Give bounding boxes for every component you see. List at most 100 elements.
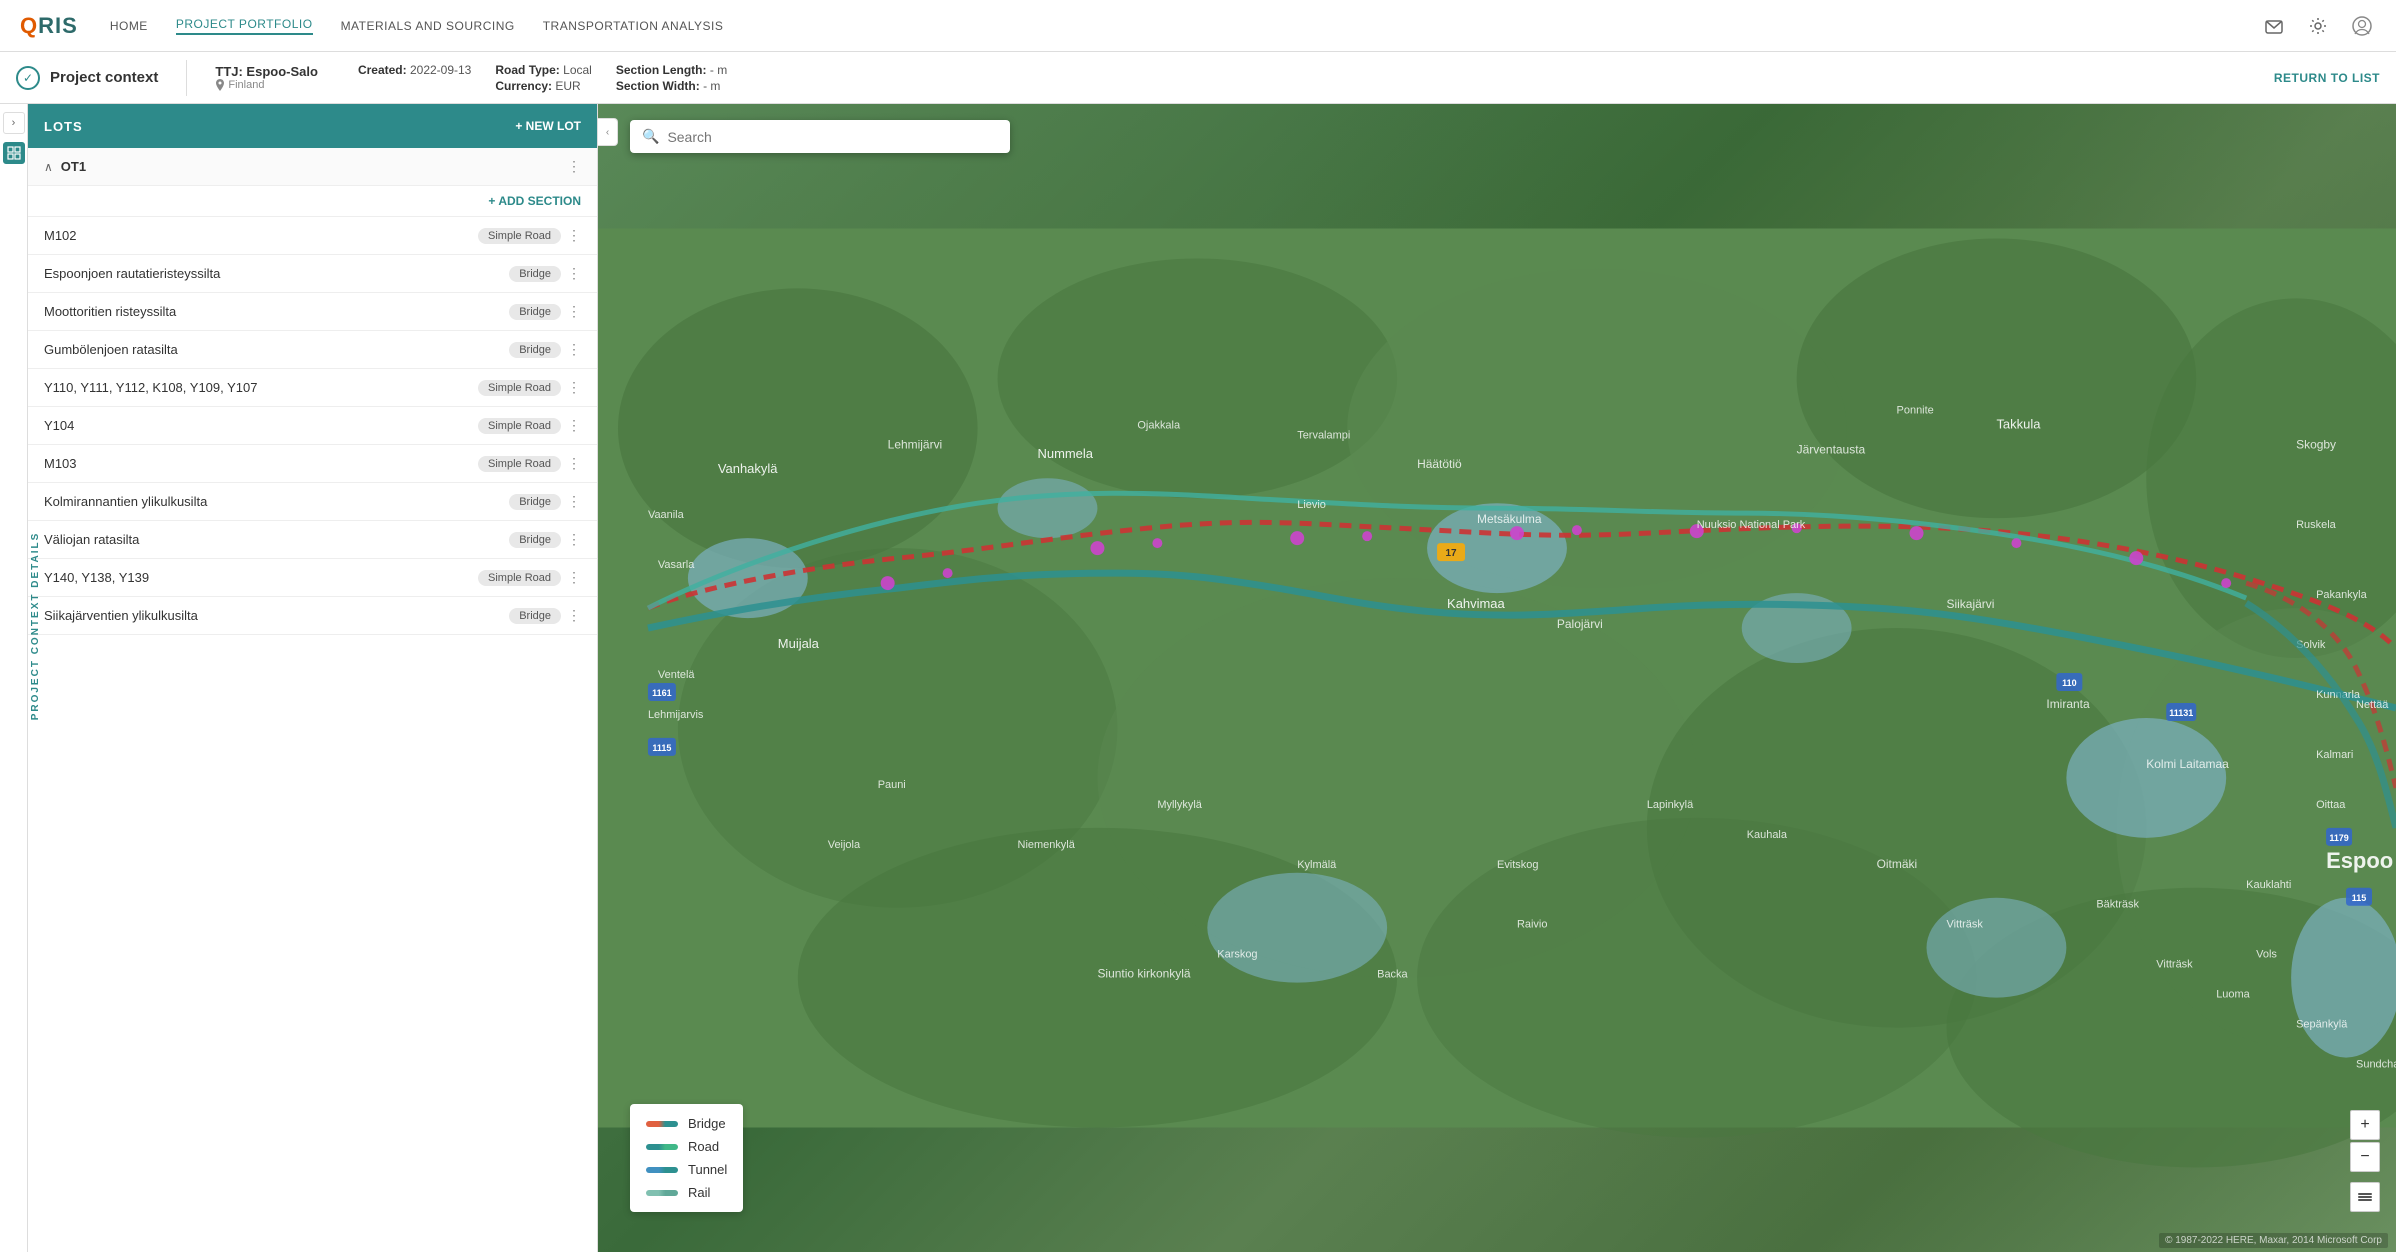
map-zoom-controls: + − [2350,1110,2380,1172]
section-row[interactable]: Kolmirannantien ylikulkusilta Bridge ⋮ [28,483,597,521]
section-menu-button[interactable]: ⋮ [567,531,581,548]
section-row[interactable]: M103 Simple Road ⋮ [28,445,597,483]
section-name: M102 [44,228,77,243]
context-title: Project context [50,69,158,86]
section-row[interactable]: Y104 Simple Road ⋮ [28,407,597,445]
map-background: Vanhakylä Vaanila Vasarla Muijala Ventel… [598,104,2396,1252]
section-right: Simple Road ⋮ [478,379,581,396]
map-search-input[interactable] [667,129,998,145]
context-check-icon: ✓ [16,66,40,90]
legend-road-label: Road [688,1139,719,1154]
map-collapse-button[interactable]: ‹ [598,118,618,146]
section-name: Gumbölenjoen ratasilta [44,342,178,357]
panel-toggle-arrow[interactable]: › [3,112,25,134]
section-row[interactable]: Y140, Y138, Y139 Simple Road ⋮ [28,559,597,597]
meta-road-type: Road Type: Local [495,63,591,77]
svg-text:Lapinkylä: Lapinkylä [1647,799,1694,811]
notifications-icon[interactable] [2260,12,2288,40]
section-name: Y110, Y111, Y112, K108, Y109, Y107 [44,380,257,395]
main-layout: › › LOTS + NEW LOT ∧ OT1 ⋮ [0,104,2396,1252]
section-right: Bridge ⋮ [509,265,581,282]
section-row[interactable]: Väliojan ratasilta Bridge ⋮ [28,521,597,559]
svg-text:Kahvimaa: Kahvimaa [1447,596,1505,611]
section-menu-button[interactable]: ⋮ [567,265,581,282]
panel-settings-icon[interactable] [3,142,25,164]
section-menu-button[interactable]: ⋮ [567,341,581,358]
section-menu-button[interactable]: ⋮ [567,455,581,472]
section-row[interactable]: Espoonjoen rautatieristeyssilta Bridge ⋮ [28,255,597,293]
section-badge: Simple Road [478,570,561,586]
nav-project-portfolio[interactable]: PROJECT PORTFOLIO [176,17,313,35]
map-layers-button[interactable] [2350,1182,2380,1212]
nav-links: HOME PROJECT PORTFOLIO MATERIALS AND SOU… [110,17,724,35]
section-menu-button[interactable]: ⋮ [567,569,581,586]
svg-text:Espoo: Espoo [2326,848,2393,873]
section-right: Bridge ⋮ [509,341,581,358]
legend-rail-line [646,1190,678,1196]
section-badge: Bridge [509,266,561,282]
legend-tunnel: Tunnel [646,1162,727,1177]
legend-bridge: Bridge [646,1116,727,1131]
new-lot-button[interactable]: + NEW LOT [515,119,581,133]
nav-transportation[interactable]: TRANSPORTATION ANALYSIS [543,19,724,33]
section-row[interactable]: Gumbölenjoen ratasilta Bridge ⋮ [28,331,597,369]
svg-text:Metsäkulma: Metsäkulma [1477,512,1542,526]
add-section-button[interactable]: + ADD SECTION [28,186,597,217]
app-logo: QRIS [20,13,78,39]
svg-text:11131: 11131 [2169,708,2193,718]
svg-text:Ruskela: Ruskela [2296,519,2337,531]
svg-text:Muijala: Muijala [778,636,820,651]
zoom-out-button[interactable]: − [2350,1142,2380,1172]
terrain-overlay [598,104,2396,1252]
svg-text:Siuntio kirkonkylä: Siuntio kirkonkylä [1097,967,1190,981]
nav-materials[interactable]: MATERIALS AND SOURCING [341,19,515,33]
svg-text:1161: 1161 [652,688,672,698]
meta-currency: Currency: EUR [495,79,591,93]
sidebar-strip: › [0,104,28,1252]
section-menu-button[interactable]: ⋮ [567,227,581,244]
section-badge: Bridge [509,494,561,510]
settings-icon[interactable] [2304,12,2332,40]
section-menu-button[interactable]: ⋮ [567,417,581,434]
svg-text:Vols: Vols [2256,949,2277,961]
svg-text:Nettää: Nettää [2356,699,2389,711]
legend-bridge-label: Bridge [688,1116,726,1131]
section-row[interactable]: M102 Simple Road ⋮ [28,217,597,255]
nav-home[interactable]: HOME [110,19,148,33]
section-badge: Bridge [509,304,561,320]
svg-text:Kylmälä: Kylmälä [1297,859,1337,871]
lot-group-ot1[interactable]: ∧ OT1 ⋮ [28,148,597,186]
meta-created: Created: 2022-09-13 [358,63,471,93]
svg-text:Ojakkala: Ojakkala [1137,419,1181,431]
zoom-in-button[interactable]: + [2350,1110,2380,1140]
svg-text:Lievio: Lievio [1297,499,1326,511]
svg-text:Karskog: Karskog [1217,949,1257,961]
svg-text:Oittaa: Oittaa [2316,799,2346,811]
return-to-list-button[interactable]: RETURN TO LIST [2274,71,2380,85]
svg-text:Sepänkylä: Sepänkylä [2296,1019,2348,1031]
section-menu-button[interactable]: ⋮ [567,607,581,624]
lot-collapse-chevron[interactable]: ∧ [44,160,53,174]
svg-text:Kunnarla: Kunnarla [2316,689,2361,701]
section-badge: Simple Road [478,228,561,244]
user-icon[interactable] [2348,12,2376,40]
lot-group-menu-button[interactable]: ⋮ [567,158,581,175]
section-row[interactable]: Y110, Y111, Y112, K108, Y109, Y107 Simpl… [28,369,597,407]
legend-tunnel-line [646,1167,678,1173]
section-menu-button[interactable]: ⋮ [567,493,581,510]
svg-text:Myllykylä: Myllykylä [1157,799,1202,811]
section-menu-button[interactable]: ⋮ [567,379,581,396]
section-menu-button[interactable]: ⋮ [567,303,581,320]
map-area[interactable]: ‹ [598,104,2396,1252]
section-row[interactable]: Moottoritien risteyssilta Bridge ⋮ [28,293,597,331]
left-panel: › LOTS + NEW LOT ∧ OT1 ⋮ + ADD SECTION M [28,104,598,1252]
legend-rail: Rail [646,1185,727,1200]
svg-text:Järventausta: Järventausta [1797,442,1866,456]
svg-text:Lehmijarvis: Lehmijarvis [648,709,704,721]
section-right: Simple Road ⋮ [478,569,581,586]
meta-section-length: Section Length: - m [616,63,727,77]
svg-text:17: 17 [1446,548,1458,559]
section-row[interactable]: Siikajärventien ylikulkusilta Bridge ⋮ [28,597,597,635]
svg-text:Bäkträsk: Bäkträsk [2096,899,2139,911]
svg-text:Kauhala: Kauhala [1747,829,1788,841]
